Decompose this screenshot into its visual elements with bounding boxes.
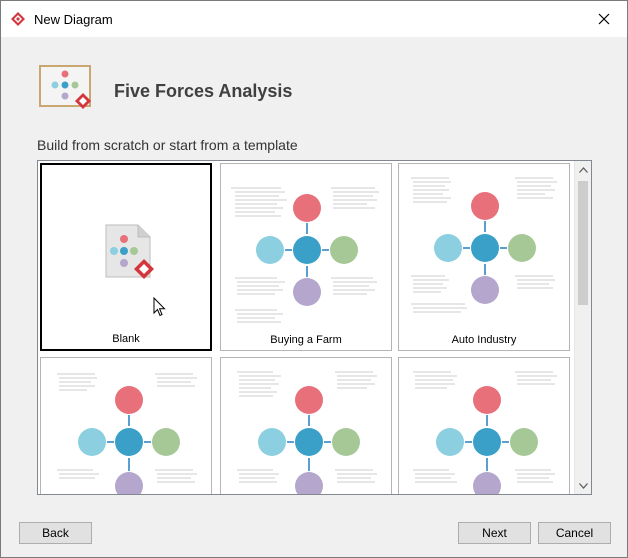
window-title: New Diagram bbox=[34, 12, 113, 27]
dialog-header: Five Forces Analysis bbox=[1, 37, 627, 127]
template-gallery: Blank Buying a Farm Auto Industry bbox=[37, 160, 592, 495]
blank-diagram-icon bbox=[105, 224, 154, 279]
template-tile[interactable] bbox=[220, 357, 392, 494]
template-tile[interactable] bbox=[398, 357, 570, 494]
template-label: Buying a Farm bbox=[270, 334, 342, 346]
gallery-scrollbar[interactable] bbox=[574, 161, 591, 494]
template-tile[interactable] bbox=[40, 357, 212, 494]
template-tile-buying-a-farm[interactable]: Buying a Farm bbox=[220, 163, 392, 351]
scroll-up-button[interactable] bbox=[575, 161, 591, 178]
app-logo-icon bbox=[11, 12, 25, 26]
chevron-down-icon bbox=[579, 482, 588, 489]
five-forces-thumbnail bbox=[57, 373, 197, 494]
five-forces-thumbnail bbox=[411, 177, 557, 313]
close-icon bbox=[598, 13, 610, 25]
template-label: Blank bbox=[112, 333, 140, 345]
scroll-down-button[interactable] bbox=[575, 477, 591, 494]
scroll-thumb[interactable] bbox=[578, 181, 588, 305]
new-diagram-dialog: New Diagram Five Forces Analysis Build f… bbox=[0, 0, 628, 558]
cancel-button[interactable]: Cancel bbox=[538, 522, 611, 544]
mouse-cursor-icon bbox=[153, 297, 166, 317]
close-button[interactable] bbox=[581, 1, 627, 37]
header-title: Five Forces Analysis bbox=[114, 81, 293, 101]
back-button[interactable]: Back bbox=[19, 522, 92, 544]
five-forces-diagram-icon bbox=[39, 65, 91, 109]
chevron-up-icon bbox=[579, 166, 588, 173]
next-button[interactable]: Next bbox=[458, 522, 531, 544]
template-tile-auto-industry[interactable]: Auto Industry bbox=[398, 163, 570, 351]
template-label: Auto Industry bbox=[451, 334, 517, 346]
five-forces-thumbnail bbox=[237, 371, 377, 494]
title-bar: New Diagram bbox=[1, 1, 627, 37]
five-forces-thumbnail bbox=[231, 187, 379, 323]
template-tile-blank[interactable]: Blank bbox=[40, 163, 212, 351]
gallery-subtitle: Build from scratch or start from a templ… bbox=[37, 137, 298, 153]
five-forces-thumbnail bbox=[413, 371, 557, 494]
